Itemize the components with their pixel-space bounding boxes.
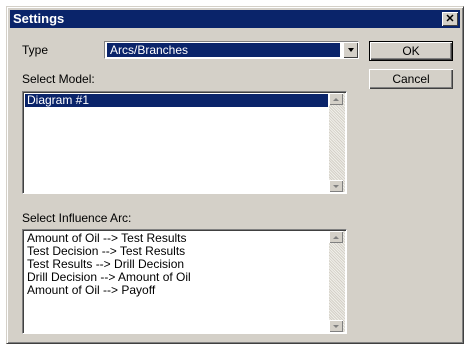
close-icon[interactable]: ✕ [442,12,458,26]
arc-list-items: Amount of Oil --> Test Results Test Decis… [25,232,328,297]
title-bar[interactable]: Settings ✕ [10,10,460,28]
scroll-up-icon[interactable] [329,93,343,105]
cancel-button[interactable]: Cancel [369,69,453,89]
settings-dialog: Settings ✕ Type Arcs/Branches OK Cancel … [6,6,464,344]
type-label: Type [22,43,49,57]
scroll-down-icon[interactable] [329,320,343,332]
list-item[interactable]: Diagram #1 [25,94,328,107]
model-scrollbar[interactable] [329,93,345,192]
select-model-label: Select Model: [22,72,95,86]
scroll-up-icon[interactable] [329,231,343,243]
arc-scrollbar[interactable] [329,231,345,332]
list-item[interactable]: Amount of Oil --> Payoff [25,284,328,297]
model-list-items: Diagram #1 [25,94,328,107]
dropdown-arrow-icon[interactable] [343,42,358,58]
select-arc-label: Select Influence Arc: [22,211,132,225]
arc-listbox[interactable]: Amount of Oil --> Test Results Test Decis… [22,229,347,334]
ok-button[interactable]: OK [369,41,453,61]
type-dropdown[interactable]: Arcs/Branches [104,41,359,59]
model-listbox[interactable]: Diagram #1 [22,91,347,194]
scroll-down-icon[interactable] [329,180,343,192]
type-dropdown-value: Arcs/Branches [107,43,340,57]
dialog-title: Settings [13,11,65,26]
